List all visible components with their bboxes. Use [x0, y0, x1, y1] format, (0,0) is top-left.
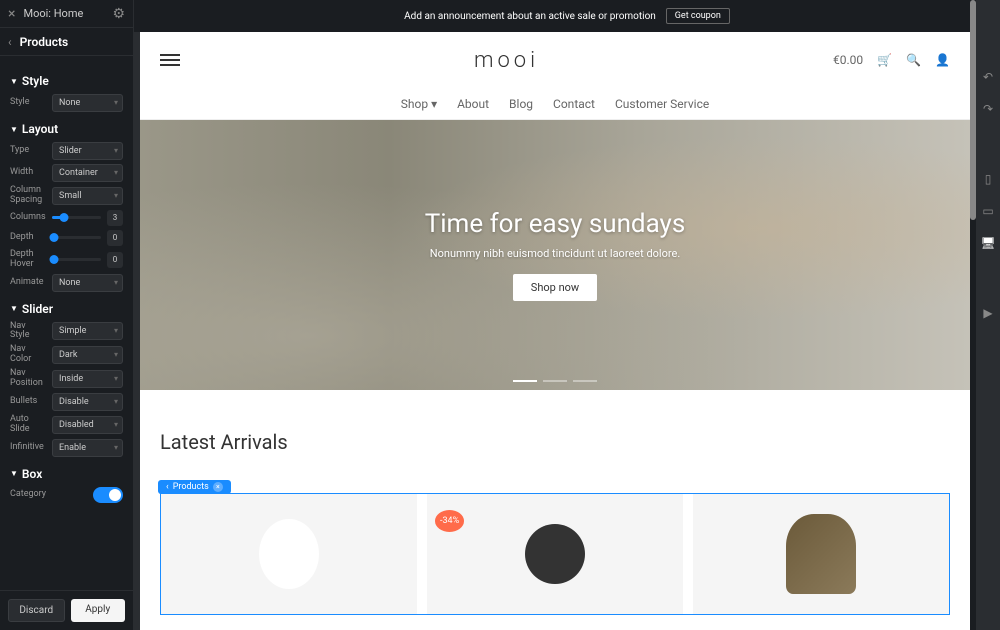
- breadcrumb: ‹ Products: [0, 28, 133, 56]
- discount-badge: -34%: [435, 510, 464, 532]
- search-icon[interactable]: 🔍: [906, 53, 921, 67]
- hero-title: Time for easy sundays: [425, 209, 686, 239]
- preview-pane: Add an announcement about an active sale…: [134, 0, 1000, 630]
- hero-section: Time for easy sundays Nonummy nibh euism…: [140, 120, 970, 390]
- chevron-down-icon: ▼: [10, 77, 18, 86]
- product-card[interactable]: -34%: [427, 494, 683, 614]
- depth-slider[interactable]: [52, 236, 101, 239]
- product-card[interactable]: [693, 494, 949, 614]
- product-image: [786, 514, 856, 594]
- section-box[interactable]: ▼Box: [10, 467, 123, 481]
- product-card[interactable]: [161, 494, 417, 614]
- width-select[interactable]: Container: [52, 164, 123, 182]
- hero-dots[interactable]: [513, 380, 597, 382]
- columns-slider[interactable]: [52, 216, 101, 219]
- site-logo: mooi: [180, 48, 833, 73]
- navpos-select[interactable]: Inside: [52, 370, 123, 388]
- arrivals-section: Latest Arrivals ‹ Products × -34%: [140, 390, 970, 615]
- navstyle-select[interactable]: Simple: [52, 322, 123, 340]
- sidebar-footer: Discard Apply: [0, 590, 133, 630]
- sidebar: × Mooi: Home ⚙ ‹ Products ▼Style StyleNo…: [0, 0, 134, 630]
- chevron-down-icon: ▼: [10, 469, 18, 478]
- nav-customer-service[interactable]: Customer Service: [615, 97, 709, 111]
- site-preview: mooi €0.00 🛒 🔍 👤 Shop ▾ About Blog Conta…: [140, 32, 970, 630]
- desktop-icon[interactable]: 🖥: [980, 236, 995, 250]
- back-icon[interactable]: ‹: [8, 35, 12, 49]
- product-image: [525, 524, 585, 584]
- user-icon[interactable]: 👤: [935, 53, 950, 67]
- topbar: × Mooi: Home ⚙: [0, 0, 133, 28]
- site-nav: Shop ▾ About Blog Contact Customer Servi…: [140, 88, 970, 120]
- products-tag[interactable]: ‹ Products ×: [158, 480, 231, 494]
- tablet-icon[interactable]: ▭: [982, 204, 993, 218]
- device-rail: ↶ ↷ ▯ ▭ 🖥 ▶: [976, 0, 1000, 630]
- depthhover-slider[interactable]: [52, 258, 101, 261]
- section-slider[interactable]: ▼Slider: [10, 302, 123, 316]
- site-header: mooi €0.00 🛒 🔍 👤: [140, 32, 970, 88]
- products-grid: -34%: [160, 493, 950, 615]
- nav-shop[interactable]: Shop ▾: [401, 97, 437, 111]
- announcement-bar: Add an announcement about an active sale…: [134, 0, 1000, 32]
- play-icon[interactable]: ▶: [983, 306, 992, 320]
- type-select[interactable]: Slider: [52, 142, 123, 160]
- colspacing-select[interactable]: Small: [52, 187, 123, 205]
- section-style[interactable]: ▼Style: [10, 74, 123, 88]
- hero-cta-button[interactable]: Shop now: [513, 274, 597, 301]
- arrivals-title: Latest Arrivals: [160, 430, 950, 454]
- hamburger-icon[interactable]: [160, 54, 180, 66]
- nav-about[interactable]: About: [457, 97, 489, 111]
- cart-icon[interactable]: 🛒: [877, 53, 892, 67]
- nav-contact[interactable]: Contact: [553, 97, 595, 111]
- nav-blog[interactable]: Blog: [509, 97, 533, 111]
- apply-button[interactable]: Apply: [71, 599, 126, 622]
- discard-button[interactable]: Discard: [8, 599, 65, 622]
- product-image: [259, 519, 319, 589]
- coupon-button[interactable]: Get coupon: [666, 8, 730, 24]
- chevron-down-icon: ▼: [10, 304, 18, 313]
- bullets-select[interactable]: Disable: [52, 393, 123, 411]
- infinitive-select[interactable]: Enable: [52, 439, 123, 457]
- undo-icon[interactable]: ↶: [983, 70, 993, 84]
- cart-total: €0.00: [833, 53, 863, 67]
- hero-subtitle: Nonummy nibh euismod tincidunt ut laoree…: [430, 247, 680, 260]
- page-title: Mooi: Home: [23, 7, 104, 20]
- mobile-icon[interactable]: ▯: [985, 172, 992, 186]
- autoslide-select[interactable]: Disabled: [52, 416, 123, 434]
- section-layout[interactable]: ▼Layout: [10, 122, 123, 136]
- style-select[interactable]: None: [52, 94, 123, 112]
- settings-panel: ▼Style StyleNone ▼Layout TypeSlider Widt…: [0, 56, 133, 590]
- gear-icon[interactable]: ⚙: [112, 6, 125, 22]
- close-icon[interactable]: ×: [8, 6, 15, 22]
- breadcrumb-label: Products: [20, 35, 69, 49]
- category-toggle[interactable]: [93, 487, 123, 503]
- close-icon[interactable]: ×: [213, 482, 223, 492]
- animate-select[interactable]: None: [52, 274, 123, 292]
- redo-icon[interactable]: ↷: [983, 102, 993, 116]
- navcolor-select[interactable]: Dark: [52, 346, 123, 364]
- chevron-down-icon: ▼: [10, 125, 18, 134]
